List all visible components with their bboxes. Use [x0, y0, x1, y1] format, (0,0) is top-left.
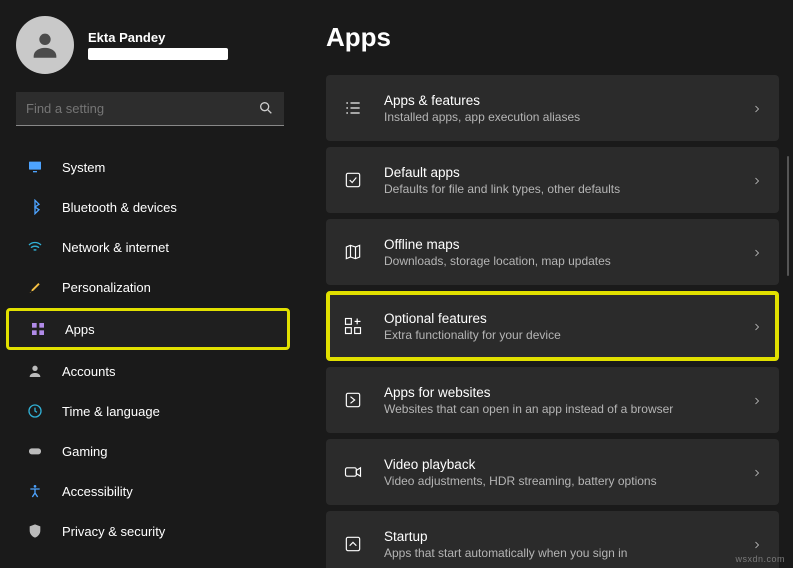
- sidebar-item-bluetooth[interactable]: Bluetooth & devices: [6, 188, 290, 226]
- card-startup[interactable]: Startup Apps that start automatically wh…: [326, 511, 779, 568]
- profile[interactable]: Ekta Pandey: [0, 16, 300, 92]
- chevron-right-icon: [751, 174, 763, 186]
- sidebar-item-label: Personalization: [62, 280, 151, 295]
- sidebar-item-accounts[interactable]: Accounts: [6, 352, 290, 390]
- card-title: Optional features: [384, 311, 751, 326]
- chevron-right-icon: [751, 466, 763, 478]
- sidebar-item-gaming[interactable]: Gaming: [6, 432, 290, 470]
- video-icon: [342, 461, 364, 483]
- card-subtitle: Video adjustments, HDR streaming, batter…: [384, 474, 751, 488]
- search-icon: [258, 100, 274, 116]
- card-subtitle: Defaults for file and link types, other …: [384, 182, 751, 196]
- shield-icon: [26, 522, 44, 540]
- card-subtitle: Apps that start automatically when you s…: [384, 546, 751, 560]
- watermark: wsxdn.com: [735, 554, 785, 564]
- card-text: Offline maps Downloads, storage location…: [384, 237, 751, 268]
- sidebar-item-network[interactable]: Network & internet: [6, 228, 290, 266]
- page-title: Apps: [326, 22, 779, 53]
- sidebar-item-label: Apps: [65, 322, 95, 337]
- sidebar-item-apps[interactable]: Apps: [6, 308, 290, 350]
- profile-text: Ekta Pandey: [88, 30, 228, 60]
- card-title: Apps & features: [384, 93, 751, 108]
- chevron-right-icon: [751, 102, 763, 114]
- sidebar-item-label: Bluetooth & devices: [62, 200, 177, 215]
- sidebar-item-privacy[interactable]: Privacy & security: [6, 512, 290, 550]
- default-icon: [342, 169, 364, 191]
- card-text: Apps for websites Websites that can open…: [384, 385, 751, 416]
- card-title: Apps for websites: [384, 385, 751, 400]
- chevron-right-icon: [751, 538, 763, 550]
- main-panel: Apps Apps & features Installed apps, app…: [300, 0, 793, 568]
- card-subtitle: Websites that can open in an app instead…: [384, 402, 751, 416]
- map-icon: [342, 241, 364, 263]
- card-text: Apps & features Installed apps, app exec…: [384, 93, 751, 124]
- access-icon: [26, 482, 44, 500]
- startup-icon: [342, 533, 364, 555]
- sidebar-item-label: Accessibility: [62, 484, 133, 499]
- sidebar-item-personal[interactable]: Personalization: [6, 268, 290, 306]
- sidebar-item-time[interactable]: Time & language: [6, 392, 290, 430]
- wifi-icon: [26, 238, 44, 256]
- search-input[interactable]: [16, 92, 284, 126]
- brush-icon: [26, 278, 44, 296]
- sidebar-item-label: System: [62, 160, 105, 175]
- chevron-right-icon: [751, 246, 763, 258]
- bluetooth-icon: [26, 198, 44, 216]
- search-box[interactable]: [16, 92, 284, 126]
- card-subtitle: Downloads, storage location, map updates: [384, 254, 751, 268]
- card-text: Default apps Defaults for file and link …: [384, 165, 751, 196]
- card-subtitle: Extra functionality for your device: [384, 328, 751, 342]
- web-icon: [342, 389, 364, 411]
- clock-icon: [26, 402, 44, 420]
- card-optional[interactable]: Optional features Extra functionality fo…: [326, 291, 779, 361]
- sidebar-item-label: Privacy & security: [62, 524, 165, 539]
- nav-list: System Bluetooth & devices Network & int…: [0, 148, 300, 550]
- sidebar-item-system[interactable]: System: [6, 148, 290, 186]
- card-title: Offline maps: [384, 237, 751, 252]
- sidebar-item-label: Accounts: [62, 364, 115, 379]
- user-icon: [28, 28, 62, 62]
- card-maps[interactable]: Offline maps Downloads, storage location…: [326, 219, 779, 285]
- card-video[interactable]: Video playback Video adjustments, HDR st…: [326, 439, 779, 505]
- card-websites[interactable]: Apps for websites Websites that can open…: [326, 367, 779, 433]
- card-text: Optional features Extra functionality fo…: [384, 311, 751, 342]
- sidebar-item-label: Time & language: [62, 404, 160, 419]
- card-title: Video playback: [384, 457, 751, 472]
- user-icon: [26, 362, 44, 380]
- card-text: Video playback Video adjustments, HDR st…: [384, 457, 751, 488]
- apps-icon: [29, 320, 47, 338]
- chevron-right-icon: [751, 394, 763, 406]
- sidebar-item-label: Network & internet: [62, 240, 169, 255]
- chevron-right-icon: [751, 320, 763, 332]
- game-icon: [26, 442, 44, 460]
- plus-icon: [342, 315, 364, 337]
- sidebar: Ekta Pandey System Bluetooth & devices N…: [0, 0, 300, 568]
- profile-email-redacted: [88, 48, 228, 60]
- card-default[interactable]: Default apps Defaults for file and link …: [326, 147, 779, 213]
- list-icon: [342, 97, 364, 119]
- profile-name: Ekta Pandey: [88, 30, 228, 45]
- card-title: Default apps: [384, 165, 751, 180]
- card-title: Startup: [384, 529, 751, 544]
- sidebar-item-label: Gaming: [62, 444, 108, 459]
- card-text: Startup Apps that start automatically wh…: [384, 529, 751, 560]
- monitor-icon: [26, 158, 44, 176]
- card-features[interactable]: Apps & features Installed apps, app exec…: [326, 75, 779, 141]
- avatar: [16, 16, 74, 74]
- card-subtitle: Installed apps, app execution aliases: [384, 110, 751, 124]
- sidebar-item-access[interactable]: Accessibility: [6, 472, 290, 510]
- card-list: Apps & features Installed apps, app exec…: [326, 75, 779, 568]
